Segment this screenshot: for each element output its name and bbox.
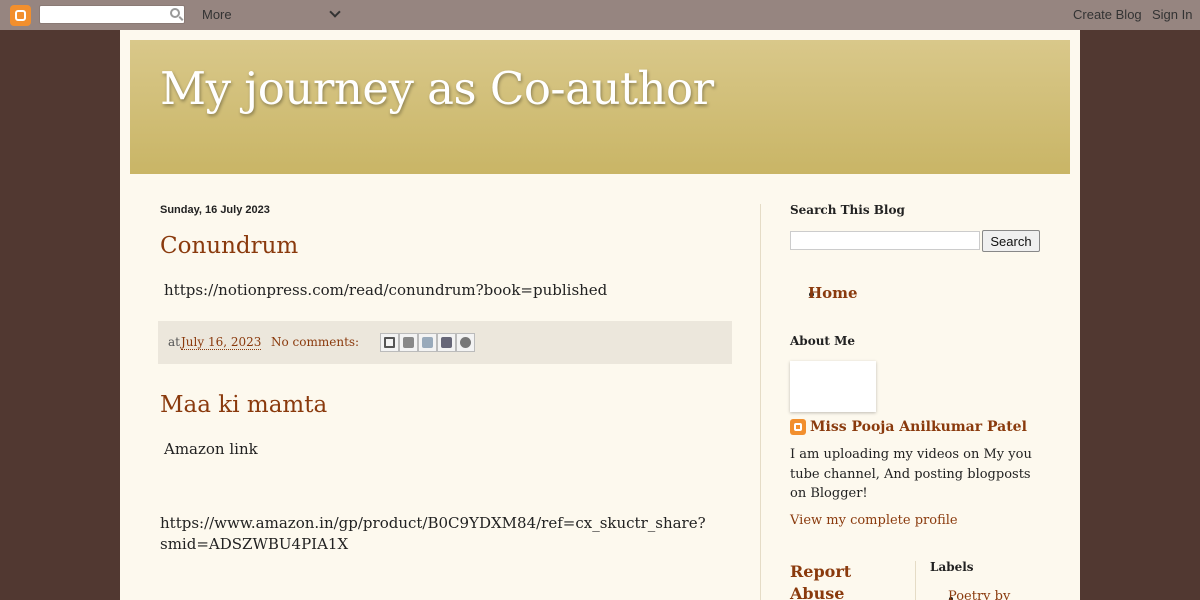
avatar[interactable] (790, 361, 876, 412)
blogger-profile-icon (790, 419, 806, 435)
profile-name-link[interactable]: Miss Pooja Anilkumar Patel (810, 419, 1027, 435)
post-timestamp-link[interactable]: July 16, 2023 (181, 335, 262, 350)
post-body: Amazon link (164, 440, 258, 458)
twitter-icon[interactable] (418, 333, 437, 352)
comments-link[interactable]: No comments: (271, 335, 359, 349)
about-me-heading: About Me (790, 334, 856, 348)
post-title[interactable]: Maa ki mamta (160, 392, 327, 418)
sign-in-link[interactable]: Sign In (1152, 7, 1192, 22)
search-icon[interactable] (170, 8, 180, 18)
pages-item-home[interactable]: Home (808, 284, 858, 302)
navbar-search-input[interactable] (39, 5, 185, 24)
blogthis-icon[interactable] (399, 333, 418, 352)
facebook-icon[interactable] (437, 333, 456, 352)
more-dropdown[interactable]: More (202, 7, 232, 22)
blog-search-input[interactable] (790, 231, 980, 250)
blog-header: My journey as Co-author (130, 40, 1070, 174)
post-title[interactable]: Conundrum (160, 233, 298, 259)
post-body: https://www.amazon.in/gp/product/B0C9YDX… (160, 514, 706, 532)
label-item[interactable]: Poetry by (948, 589, 1010, 600)
labels-heading: Labels (930, 560, 974, 574)
search-button[interactable]: Search (982, 230, 1040, 252)
column-divider (760, 204, 761, 600)
pinterest-icon[interactable] (456, 333, 475, 352)
blog-title[interactable]: My journey as Co-author (160, 62, 714, 115)
date-header: Sunday, 16 July 2023 (160, 204, 270, 216)
report-abuse-link[interactable]: Report Abuse (790, 561, 890, 600)
email-icon[interactable] (380, 333, 399, 352)
about-me-text: I am uploading my videos on My you tube … (790, 447, 1032, 501)
search-widget-heading: Search This Blog (790, 203, 905, 217)
blog-page: My journey as Co-author Sunday, 16 July … (120, 30, 1080, 600)
view-profile-link[interactable]: View my complete profile (790, 513, 958, 528)
post-footer-at: at (168, 335, 180, 349)
create-blog-link[interactable]: Create Blog (1073, 7, 1142, 22)
blogger-logo-icon[interactable] (10, 5, 31, 26)
chevron-down-icon[interactable] (329, 6, 341, 18)
sidebar-divider (915, 561, 916, 600)
post-body: https://notionpress.com/read/conundrum?b… (164, 281, 608, 299)
post-footer: at July 16, 2023 No comments: (158, 321, 732, 364)
blogger-navbar: More Create Blog Sign In (0, 0, 1200, 30)
post-body: smid=ADSZWBU4PIA1X (160, 535, 349, 553)
